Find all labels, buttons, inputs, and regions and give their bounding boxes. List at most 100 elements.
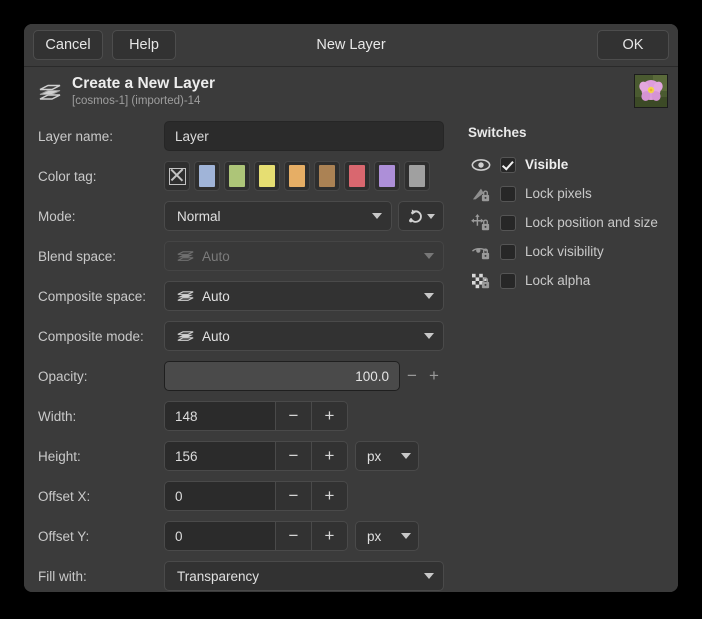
color-tag-red[interactable] [344, 161, 370, 191]
offset-x-increment-button[interactable]: + [311, 482, 347, 510]
color-tag-blue[interactable] [194, 161, 220, 191]
chevron-down-icon [401, 453, 411, 459]
layer-thumbnail-preview [634, 74, 668, 108]
color-tag-swatch [409, 165, 425, 187]
switch-label: Lock visibility [525, 244, 604, 259]
color-tag-green[interactable] [224, 161, 250, 191]
opacity-increment-button[interactable]: + [424, 364, 444, 388]
offset-y-label: Offset Y: [36, 529, 164, 544]
chevron-down-icon [424, 573, 434, 579]
fill-with-row: Fill with: Transparency [36, 561, 444, 591]
height-increment-button[interactable]: + [311, 442, 347, 470]
composite-space-row: Composite space: Auto [36, 281, 444, 311]
color-tag-swatch [319, 165, 335, 187]
ok-button[interactable]: OK [597, 30, 669, 60]
height-input[interactable]: 156 [165, 442, 275, 470]
switch-row-lock-pixels[interactable]: Lock pixels [468, 179, 678, 208]
mode-reset-button[interactable] [398, 201, 444, 231]
layer-name-input[interactable]: Layer [164, 121, 444, 151]
offset-y-increment-button[interactable]: + [311, 522, 347, 550]
opacity-slider[interactable]: 100.0 [164, 361, 400, 391]
checkbox[interactable] [500, 273, 516, 289]
offset-unit-value: px [367, 529, 393, 544]
width-decrement-button[interactable]: − [275, 402, 311, 430]
color-tag-swatch [169, 168, 186, 185]
checkbox[interactable] [500, 244, 516, 260]
switch-row-lock-visibility[interactable]: Lock visibility [468, 237, 678, 266]
mode-dropdown[interactable]: Normal [164, 201, 392, 231]
width-increment-button[interactable]: + [311, 402, 347, 430]
dialog-body: Layer name: Layer Color tag: Mode: Norma… [24, 115, 678, 592]
chevron-down-icon [427, 214, 435, 219]
blend-space-dropdown: Auto [164, 241, 444, 271]
offset-x-input[interactable]: 0 [165, 482, 275, 510]
layers-icon [177, 290, 195, 303]
switch-label: Lock alpha [525, 273, 590, 288]
switch-row-lock-position-and-size[interactable]: Lock position and size [468, 208, 678, 237]
fill-with-dropdown[interactable]: Transparency [164, 561, 444, 591]
height-row: Height: 156 − + px [36, 441, 444, 471]
chevron-down-icon [424, 333, 434, 339]
chevron-down-icon [401, 533, 411, 539]
checkbox[interactable] [500, 186, 516, 202]
switch-label: Visible [525, 157, 568, 172]
color-tag-yellow[interactable] [254, 161, 280, 191]
switches-list: Visible Lock pixels Lock position and size… [468, 150, 678, 295]
reset-arrow-icon [407, 208, 424, 225]
offset-x-stepper: 0 − + [164, 481, 348, 511]
color-tag-gray[interactable] [404, 161, 430, 191]
layers-icon [36, 77, 64, 105]
height-stepper: 156 − + [164, 441, 348, 471]
color-tag-row: Color tag: [36, 161, 444, 191]
color-tag-orange[interactable] [284, 161, 310, 191]
blend-space-value: Auto [202, 249, 416, 264]
opacity-value: 100.0 [355, 362, 389, 390]
offset-y-decrement-button[interactable]: − [275, 522, 311, 550]
fill-with-label: Fill with: [36, 569, 164, 584]
offset-y-input[interactable]: 0 [165, 522, 275, 550]
width-input[interactable]: 148 [165, 402, 275, 430]
header-text-block: Create a New Layer [cosmos-1] (imported)… [72, 75, 634, 108]
help-button[interactable]: Help [112, 30, 176, 60]
cancel-button[interactable]: Cancel [33, 30, 103, 60]
composite-mode-label: Composite mode: [36, 329, 164, 344]
width-row: Width: 148 − + [36, 401, 444, 431]
size-unit-dropdown[interactable]: px [355, 441, 419, 471]
opacity-decrement-button[interactable]: − [402, 364, 422, 388]
switches-title: Switches [468, 125, 678, 140]
color-tag-none[interactable] [164, 161, 190, 191]
mode-value: Normal [177, 209, 364, 224]
offset-unit-dropdown[interactable]: px [355, 521, 419, 551]
eye-icon [468, 157, 494, 173]
color-tag-label: Color tag: [36, 169, 164, 184]
size-unit-value: px [367, 449, 393, 464]
brush-lock-icon [468, 185, 494, 203]
switch-label: Lock pixels [525, 186, 592, 201]
offset-x-decrement-button[interactable]: − [275, 482, 311, 510]
form-column: Layer name: Layer Color tag: Mode: Norma… [24, 121, 444, 592]
color-tag-swatch [259, 165, 275, 187]
color-tag-swatch [289, 165, 305, 187]
width-label: Width: [36, 409, 164, 424]
offset-x-row: Offset X: 0 − + [36, 481, 444, 511]
color-tag-brown[interactable] [314, 161, 340, 191]
checkbox[interactable] [500, 215, 516, 231]
composite-space-value: Auto [202, 289, 416, 304]
composite-space-label: Composite space: [36, 289, 164, 304]
color-tag-violet[interactable] [374, 161, 400, 191]
width-stepper: 148 − + [164, 401, 348, 431]
checker-lock-icon [468, 272, 494, 290]
composite-mode-value: Auto [202, 329, 416, 344]
color-tag-swatch [199, 165, 215, 187]
image-name-subtitle: [cosmos-1] (imported)-14 [72, 94, 634, 108]
composite-space-dropdown[interactable]: Auto [164, 281, 444, 311]
checkbox[interactable] [500, 157, 516, 173]
composite-mode-dropdown[interactable]: Auto [164, 321, 444, 351]
switch-row-visible[interactable]: Visible [468, 150, 678, 179]
height-label: Height: [36, 449, 164, 464]
height-decrement-button[interactable]: − [275, 442, 311, 470]
color-tag-swatch [229, 165, 245, 187]
dialog-titlebar: Cancel Help New Layer OK [24, 24, 678, 67]
mode-row: Mode: Normal [36, 201, 444, 231]
switch-row-lock-alpha[interactable]: Lock alpha [468, 266, 678, 295]
